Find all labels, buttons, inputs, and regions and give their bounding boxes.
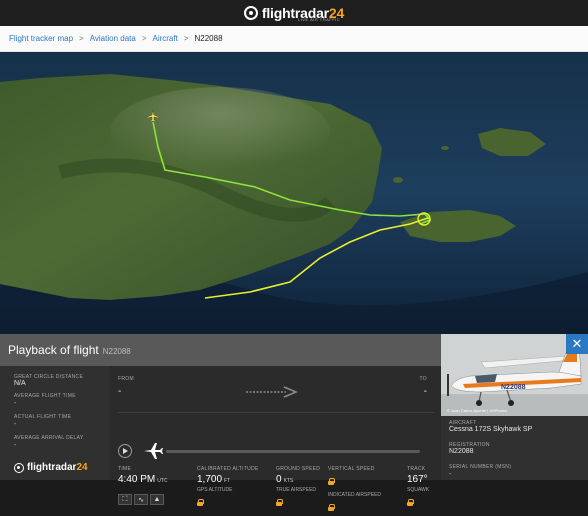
airplane-icon [144, 443, 163, 459]
to-airport: TO - [419, 376, 427, 397]
breadcrumb-separator: > [183, 34, 189, 43]
field-ground-speed: GROUND SPEED 0 KTS TRUE AIRSPEED [276, 466, 320, 511]
islet [393, 177, 403, 183]
lock-icon [328, 478, 335, 485]
lock-icon [276, 499, 283, 506]
stat-average-flight-time: AVERAGE FLIGHT TIME - [14, 393, 76, 407]
lock-icon [328, 504, 335, 511]
radar-icon [243, 6, 258, 20]
stat-great-circle-distance: GREAT CIRCLE DISTANCE N/A [14, 374, 84, 387]
breadcrumb-aircraft[interactable]: Aircraft [152, 34, 177, 43]
map-canvas[interactable] [0, 52, 588, 334]
playback-title: Playback of flight [8, 343, 99, 357]
breadcrumb-current: N22088 [194, 34, 223, 43]
playback-panel: Playback of flight N22088 GREAT CIRCLE D… [0, 334, 588, 511]
indicated-airspeed-label: INDICATED AIRSPEED [328, 492, 381, 498]
true-airspeed-label: TRUE AIRSPEED [276, 487, 317, 493]
playback-controls: FROM - TO - TIME 4:40 PM UTC CALIBRATED A… [110, 366, 441, 511]
play-button[interactable] [118, 444, 132, 458]
lock-icon [407, 499, 414, 506]
route-arrow-icon [246, 386, 298, 398]
aircraft-info: N22088 © Juan Carlos Aponte | JetPhotos … [441, 334, 588, 480]
playback-header: Playback of flight N22088 [0, 334, 441, 366]
radar-icon [14, 462, 24, 473]
logo-tagline: LIVE AIR TRAFFIC [298, 17, 341, 22]
aircraft-serial: SERIAL NUMBER (MSN) - [449, 464, 512, 478]
expand-icon: ⛶ [122, 495, 128, 503]
breadcrumb-aviation-data[interactable]: Aviation data [90, 34, 136, 43]
close-icon: ✕ [571, 336, 583, 351]
3d-view-button[interactable]: ▲ [150, 494, 164, 505]
play-icon [123, 448, 128, 454]
field-time: TIME 4:40 PM UTC [118, 466, 168, 485]
field-vertical-speed: VERTICAL SPEED INDICATED AIRSPEED [328, 466, 381, 516]
flight-stats: GREAT CIRCLE DISTANCE N/A AVERAGE FLIGHT… [0, 366, 110, 480]
breadcrumb-separator: > [141, 34, 147, 43]
tail-number-text: N22088 [501, 384, 526, 391]
satellite-map[interactable] [0, 52, 588, 334]
mountain-icon: ▲ [153, 496, 161, 503]
breadcrumb: Flight tracker map > Aviation data > Air… [0, 26, 588, 52]
aircraft-registration: REGISTRATION N22088 [449, 442, 490, 455]
gps-altitude-label: GPS ALTITUDE [197, 487, 233, 493]
chart-button[interactable]: ∿ [134, 494, 148, 505]
stat-average-arrival-delay: AVERAGE ARRIVAL DELAY - [14, 435, 84, 449]
close-button[interactable]: ✕ [566, 334, 588, 354]
field-calibrated-altitude: CALIBRATED ALTITUDE 1,700 FT GPS ALTITUDE [197, 466, 259, 511]
lock-icon [197, 499, 204, 506]
stat-actual-flight-time: ACTUAL FLIGHT TIME - [14, 414, 72, 428]
islet [441, 146, 449, 150]
field-track: TRACK 167° SQUAWK [407, 466, 429, 511]
fit-view-button[interactable]: ⛶ [118, 494, 132, 505]
divider [118, 412, 434, 413]
photo-credit[interactable]: © Juan Carlos Aponte | JetPhotos [447, 408, 507, 413]
playback-timeline-slider[interactable] [166, 450, 420, 453]
from-airport: FROM - [118, 376, 134, 397]
top-bar: flightradar24 LIVE AIR TRAFFIC [0, 0, 588, 26]
aircraft-type: AIRCRAFT Cessna 172S Skyhawk SP [449, 420, 533, 433]
graph-icon: ∿ [138, 496, 144, 504]
playback-registration: N22088 [102, 346, 131, 356]
squawk-label: SQUAWK [407, 487, 430, 493]
breadcrumb-separator: > [79, 34, 84, 43]
breadcrumb-flight-tracker-map[interactable]: Flight tracker map [9, 34, 73, 43]
footer-logo: flightradar24 [14, 462, 88, 473]
map-tools: ⛶ ∿ ▲ [118, 494, 164, 505]
